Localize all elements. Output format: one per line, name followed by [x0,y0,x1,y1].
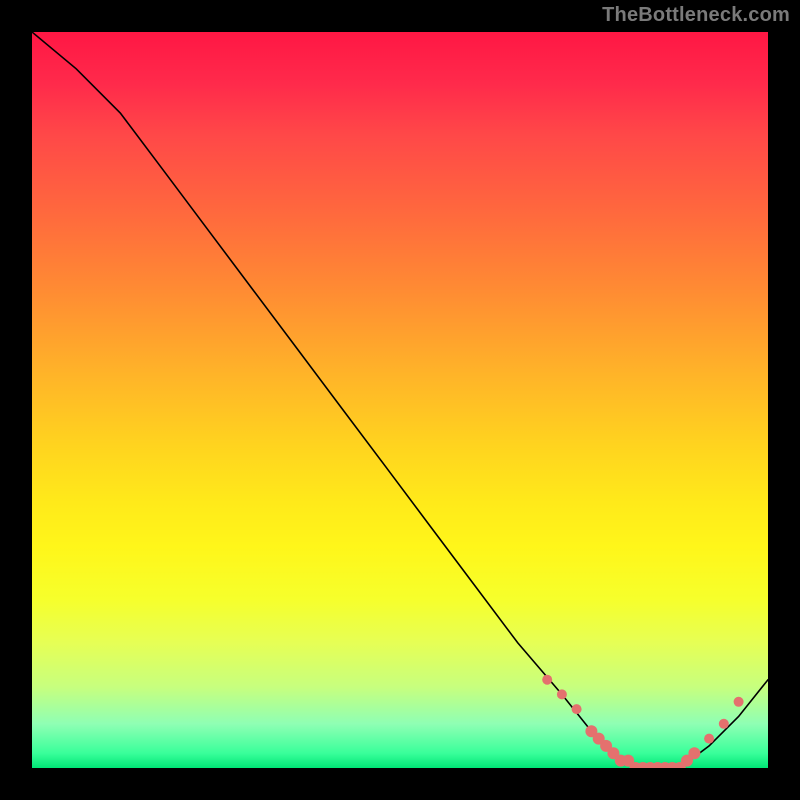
curve-svg [32,32,768,768]
data-point [688,747,700,759]
data-point [719,719,729,729]
data-point [734,697,744,707]
chart-frame: TheBottleneck.com [0,0,800,800]
data-markers [542,675,743,768]
data-point [557,689,567,699]
data-point [704,734,714,744]
watermark-label: TheBottleneck.com [602,4,790,27]
data-point [542,675,552,685]
plot-area [32,32,768,768]
bottleneck-curve [32,32,768,768]
data-point [572,704,582,714]
